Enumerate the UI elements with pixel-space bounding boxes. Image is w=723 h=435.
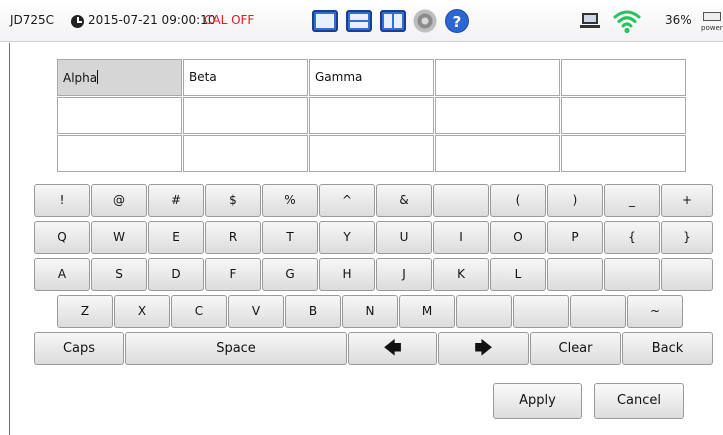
apply-button[interactable]: Apply — [493, 383, 582, 419]
grid-cell[interactable]: Beta — [183, 59, 308, 96]
key[interactable]: _ — [604, 184, 660, 217]
clock-icon — [71, 15, 84, 28]
grid-cell[interactable]: Gamma — [309, 59, 434, 96]
date-time: 2015-07-21 09:00:10 — [88, 13, 216, 27]
key[interactable]: $ — [205, 184, 261, 217]
key[interactable]: D — [148, 258, 204, 291]
power-icon: power — [701, 9, 723, 35]
text-grid: Alpha Beta Gamma — [57, 59, 686, 172]
key[interactable]: @ — [91, 184, 147, 217]
key[interactable]: K — [433, 258, 489, 291]
key[interactable]: O — [490, 221, 546, 254]
key[interactable]: P — [547, 221, 603, 254]
key[interactable]: Z — [57, 295, 113, 328]
single-view-icon[interactable] — [312, 10, 338, 32]
grid-cell[interactable] — [561, 135, 686, 172]
laptop-icon — [580, 13, 600, 28]
key[interactable]: ) — [547, 184, 603, 217]
help-icon[interactable]: ? — [445, 9, 469, 33]
power-label: power — [701, 24, 723, 32]
battery-level: 36% — [665, 13, 692, 27]
key[interactable] — [570, 295, 626, 328]
key[interactable] — [513, 295, 569, 328]
key[interactable]: } — [661, 221, 713, 254]
key[interactable] — [547, 258, 603, 291]
status-bar: JD725C 2015-07-21 09:00:10 CAL OFF ? 36%… — [0, 0, 723, 42]
key[interactable]: G — [262, 258, 318, 291]
key[interactable]: { — [604, 221, 660, 254]
key[interactable]: A — [34, 258, 90, 291]
grid-cell[interactable] — [183, 97, 308, 134]
key[interactable]: W — [91, 221, 147, 254]
grid-cell-text: Alpha — [63, 71, 98, 85]
settings-gear-icon[interactable] — [413, 9, 437, 33]
key[interactable]: C — [171, 295, 227, 328]
left-divider — [9, 43, 10, 435]
key[interactable]: R — [205, 221, 261, 254]
key[interactable]: # — [148, 184, 204, 217]
wifi-icon — [613, 8, 641, 34]
device-model: JD725C — [10, 13, 55, 27]
cal-status: CAL OFF — [204, 13, 255, 27]
grid-cell[interactable] — [561, 59, 686, 96]
key[interactable]: U — [376, 221, 432, 254]
key[interactable]: X — [114, 295, 170, 328]
key[interactable]: I — [433, 221, 489, 254]
space-key[interactable]: Space — [125, 332, 347, 365]
text-caret — [97, 70, 99, 84]
key[interactable]: B — [285, 295, 341, 328]
power-plug — [703, 12, 721, 21]
key[interactable] — [433, 184, 489, 217]
arrow-left-icon[interactable]: 🡄 — [348, 332, 437, 365]
grid-cell[interactable] — [435, 97, 560, 134]
key[interactable]: F — [205, 258, 261, 291]
grid-cell[interactable] — [309, 97, 434, 134]
key[interactable]: M — [399, 295, 455, 328]
grid-cell[interactable]: Alpha — [57, 59, 182, 96]
grid-cell[interactable] — [435, 59, 560, 96]
key[interactable]: J — [376, 258, 432, 291]
grid-cell[interactable] — [57, 135, 182, 172]
key[interactable]: ~ — [627, 295, 683, 328]
key[interactable]: L — [490, 258, 546, 291]
key[interactable]: V — [228, 295, 284, 328]
grid-cell[interactable] — [309, 135, 434, 172]
split-view-icon[interactable] — [380, 10, 406, 32]
laptop-screen — [582, 13, 598, 24]
arrow-right-icon[interactable]: 🡆 — [438, 332, 529, 365]
key[interactable]: ^ — [319, 184, 375, 217]
key[interactable]: H — [319, 258, 375, 291]
key[interactable]: N — [342, 295, 398, 328]
caps-key[interactable]: Caps — [34, 332, 124, 365]
grid-cell[interactable] — [435, 135, 560, 172]
key[interactable]: ( — [490, 184, 546, 217]
laptop-base — [580, 25, 600, 28]
key[interactable]: S — [91, 258, 147, 291]
key[interactable]: T — [262, 221, 318, 254]
dual-view-icon[interactable] — [346, 10, 372, 32]
key[interactable]: & — [376, 184, 432, 217]
grid-cell[interactable] — [183, 135, 308, 172]
key[interactable]: E — [148, 221, 204, 254]
key[interactable]: Y — [319, 221, 375, 254]
key[interactable]: ! — [34, 184, 90, 217]
key[interactable] — [604, 258, 660, 291]
cancel-button[interactable]: Cancel — [594, 383, 684, 419]
key[interactable] — [456, 295, 512, 328]
key[interactable]: Q — [34, 221, 90, 254]
key[interactable]: % — [262, 184, 318, 217]
back-key[interactable]: Back — [622, 332, 713, 365]
key[interactable] — [661, 258, 713, 291]
clear-key[interactable]: Clear — [530, 332, 621, 365]
grid-cell[interactable] — [57, 97, 182, 134]
key[interactable]: + — [661, 184, 713, 217]
grid-cell[interactable] — [561, 97, 686, 134]
